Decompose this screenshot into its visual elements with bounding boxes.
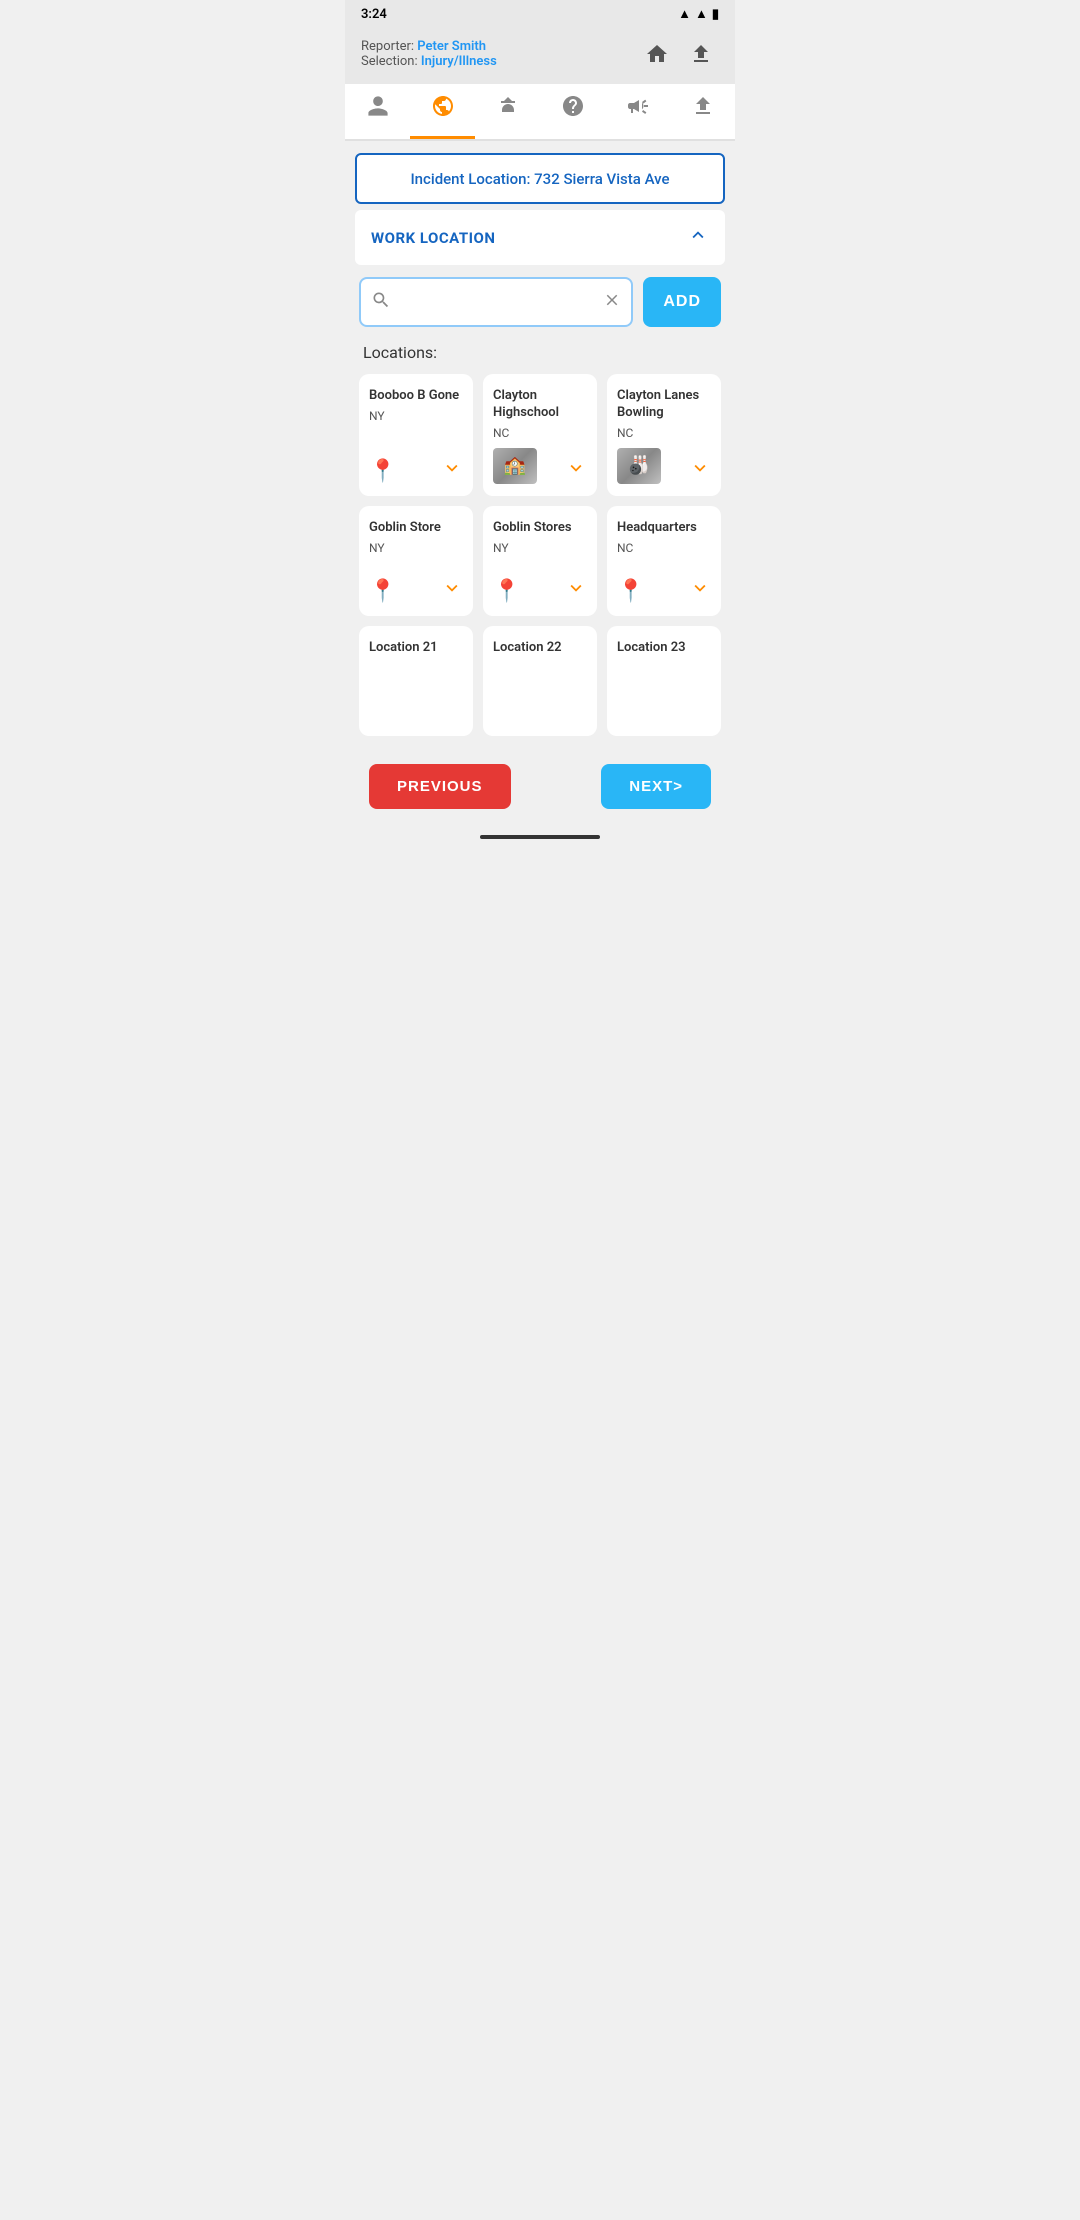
card-state: NC <box>617 426 633 440</box>
card-bottom: 📍 <box>617 577 711 604</box>
collapse-icon <box>687 224 709 251</box>
header: Reporter: Peter Smith Selection: Injury/… <box>345 28 735 84</box>
locations-label: Locations: <box>359 343 721 362</box>
pin-icon: 📍 <box>493 579 520 604</box>
card-name: Goblin Store <box>369 520 441 537</box>
signal-icon: ▲ <box>678 6 691 22</box>
globe-icon <box>431 94 455 124</box>
card-name: Goblin Stores <box>493 520 572 537</box>
person-icon <box>366 94 390 124</box>
card-thumbnail: 🏫 <box>493 448 537 484</box>
location-card-booboo-b-gone[interactable]: Booboo B Gone NY 📍 <box>359 374 473 496</box>
incident-location-address: 732 Sierra Vista Ave <box>534 170 669 188</box>
pin-icon: 📍 <box>369 459 396 484</box>
card-name: Clayton Highschool <box>493 388 587 422</box>
incident-location-label: Incident Location: <box>410 170 530 188</box>
battery-icon: ▮ <box>712 7 719 22</box>
tab-question[interactable] <box>540 84 605 139</box>
home-button[interactable] <box>639 36 675 72</box>
question-icon <box>561 94 585 124</box>
reporter-label: Reporter: <box>361 39 414 54</box>
card-state: NY <box>369 541 385 555</box>
search-icon <box>371 290 391 315</box>
card-name: Clayton Lanes Bowling <box>617 388 711 422</box>
home-bar-line <box>480 835 600 839</box>
location-card-location-21[interactable]: Location 21 <box>359 626 473 736</box>
header-info: Reporter: Peter Smith Selection: Injury/… <box>361 39 497 69</box>
next-button[interactable]: NEXT> <box>601 764 711 809</box>
previous-button[interactable]: PREVIOUS <box>369 764 511 809</box>
nav-tabs <box>345 84 735 141</box>
search-wrapper <box>359 277 633 327</box>
worker-icon <box>496 94 520 124</box>
location-card-clayton-highschool[interactable]: Clayton Highschool NC 🏫 <box>483 374 597 496</box>
megaphone-icon <box>626 94 650 124</box>
status-time: 3:24 <box>361 7 387 22</box>
location-card-goblin-stores[interactable]: Goblin Stores NY 📍 <box>483 506 597 616</box>
pin-icon: 📍 <box>369 579 396 604</box>
tab-person[interactable] <box>345 84 410 139</box>
card-state: NC <box>617 541 633 555</box>
header-icons <box>639 36 719 72</box>
location-card-location-23[interactable]: Location 23 <box>607 626 721 736</box>
tab-worker[interactable] <box>475 84 540 139</box>
chevron-icon <box>565 577 587 604</box>
tab-upload[interactable] <box>670 84 735 139</box>
card-state: NY <box>493 541 509 555</box>
upload-icon <box>691 94 715 124</box>
work-location-title: WORK LOCATION <box>371 229 495 247</box>
card-bottom: 📍 <box>493 577 587 604</box>
location-card-goblin-store[interactable]: Goblin Store NY 📍 <box>359 506 473 616</box>
card-thumbnail: 🎳 <box>617 448 661 484</box>
wifi-icon: ▲ <box>695 6 708 22</box>
clear-icon[interactable] <box>603 291 621 314</box>
chevron-icon <box>565 457 587 484</box>
card-bottom: 🏫 <box>493 448 587 484</box>
status-bar: 3:24 ▲ ▲ ▮ <box>345 0 735 28</box>
tab-megaphone[interactable] <box>605 84 670 139</box>
incident-location-bar: Incident Location: 732 Sierra Vista Ave <box>355 153 725 204</box>
card-bottom: 📍 <box>369 577 463 604</box>
location-card-clayton-lanes-bowling[interactable]: Clayton Lanes Bowling NC 🎳 <box>607 374 721 496</box>
selection-label: Selection: <box>361 54 418 69</box>
search-row: ADD <box>359 277 721 327</box>
card-name: Location 21 <box>369 640 438 657</box>
export-button[interactable] <box>683 36 719 72</box>
card-state: NY <box>369 409 385 423</box>
card-name: Location 22 <box>493 640 562 657</box>
status-icons: ▲ ▲ ▮ <box>678 6 719 22</box>
search-input[interactable] <box>399 294 603 311</box>
main-content: ADD Locations: Booboo B Gone NY 📍 Clayto… <box>355 265 725 748</box>
incident-location-text: Incident Location: 732 Sierra Vista Ave <box>410 170 669 188</box>
card-bottom: 📍 <box>369 457 463 484</box>
pin-icon: 📍 <box>617 579 644 604</box>
location-card-headquarters[interactable]: Headquarters NC 📍 <box>607 506 721 616</box>
bottom-nav: PREVIOUS NEXT> <box>355 748 725 825</box>
card-state: NC <box>493 426 509 440</box>
chevron-icon <box>689 577 711 604</box>
home-bar <box>345 825 735 849</box>
locations-grid: Booboo B Gone NY 📍 Clayton Highschool NC… <box>359 374 721 736</box>
selection-value: Injury/Illness <box>421 54 497 69</box>
card-name: Location 23 <box>617 640 686 657</box>
work-location-section[interactable]: WORK LOCATION <box>355 210 725 265</box>
card-name: Headquarters <box>617 520 697 537</box>
add-button[interactable]: ADD <box>643 277 721 327</box>
card-bottom: 🎳 <box>617 448 711 484</box>
chevron-icon <box>441 457 463 484</box>
chevron-icon <box>441 577 463 604</box>
location-card-location-22[interactable]: Location 22 <box>483 626 597 736</box>
chevron-icon <box>689 457 711 484</box>
tab-globe[interactable] <box>410 84 475 139</box>
card-name: Booboo B Gone <box>369 388 459 405</box>
reporter-name: Peter Smith <box>417 39 486 54</box>
